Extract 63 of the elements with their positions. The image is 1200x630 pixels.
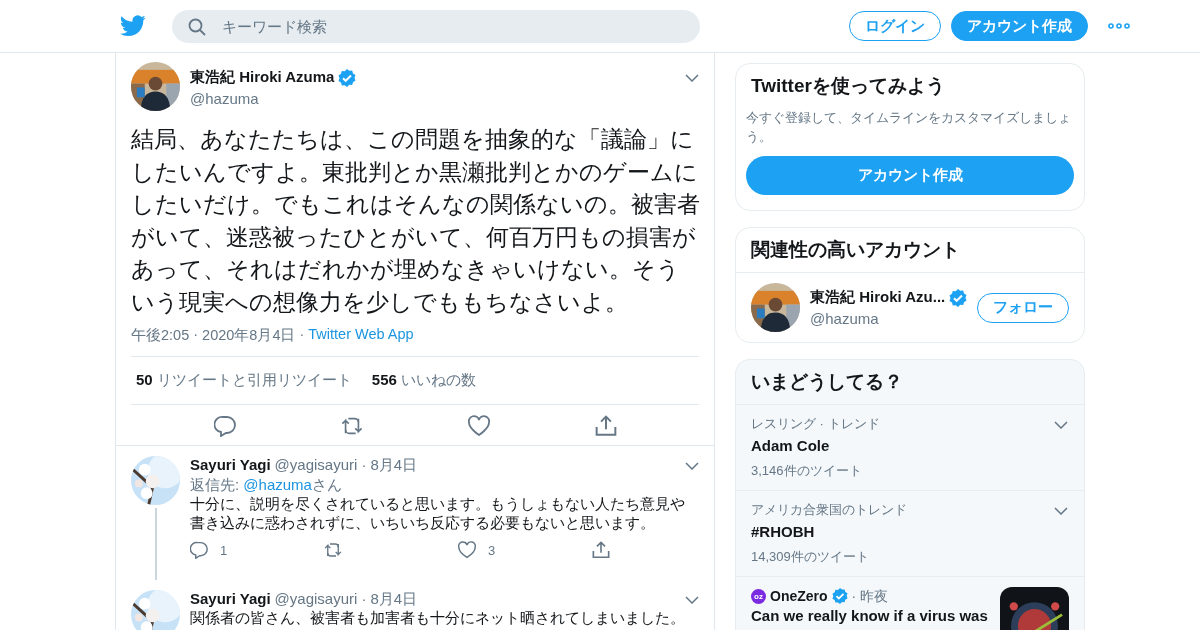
tweet-count: 14,309件のツイート bbox=[751, 549, 869, 565]
news-headline[interactable]: Can we really know if a virus was bbox=[751, 606, 990, 625]
stat-link[interactable]: 556 いいねの数 bbox=[371, 371, 477, 390]
reply-date[interactable]: 8月4日 bbox=[370, 590, 418, 608]
news-time: 昨夜 bbox=[860, 587, 889, 605]
user-handle[interactable]: @hazuma bbox=[810, 310, 968, 327]
user-handle[interactable]: @yagisayuri bbox=[274, 590, 358, 608]
separator-dot: · bbox=[193, 326, 199, 344]
like-count: 3 bbox=[488, 542, 496, 558]
card-description: 今すぐ登録して、タイムラインをカスタマイズしましょう。 bbox=[745, 109, 1072, 146]
card-title: 関連性の高いアカウント bbox=[736, 228, 1084, 273]
more-icon[interactable] bbox=[1108, 23, 1130, 29]
user-name[interactable]: Sayuri Yagi bbox=[190, 590, 271, 608]
separator-dot: · bbox=[299, 326, 305, 344]
user-name[interactable]: 東浩紀 Hiroki Azuma bbox=[190, 68, 335, 87]
search-field[interactable]: キーワード検索 bbox=[172, 9, 700, 43]
tweet-date: 2020年8月4日 bbox=[202, 326, 296, 345]
reply-date[interactable]: 8月4日 bbox=[370, 456, 418, 474]
retweet-icon[interactable] bbox=[340, 415, 363, 437]
separator-dot: · bbox=[361, 456, 367, 474]
signup-button[interactable]: アカウント作成 bbox=[746, 156, 1074, 195]
chevron-down-icon[interactable] bbox=[1054, 421, 1068, 429]
user-name[interactable]: 東浩紀 Hiroki Azu... bbox=[810, 288, 946, 307]
source-name[interactable]: OneZero bbox=[770, 587, 828, 605]
tweet-text: 結局、あなたたちは、この問題を抽象的な「議論」にしたいんですよ。東批判とか黒瀬批判とかのゲームにしたいだけ。でもこれはそんなの関係ないの。被害者がいて、迷惑被ったひとがいて、何百万円もの損害があって、それはだれかが埋めなきゃいけない。そういう現実への想像力を少しでももちなさいよ。 bbox=[131, 124, 701, 318]
card-title: Twitterを使ってみよう bbox=[750, 74, 946, 98]
bird-logo-icon[interactable] bbox=[120, 15, 146, 37]
share-icon[interactable] bbox=[594, 415, 617, 437]
trend-category: レスリング · トレンド bbox=[751, 416, 880, 432]
heart-icon[interactable] bbox=[458, 541, 476, 559]
card-title: いまどうしてる？ bbox=[736, 360, 1084, 405]
heart-icon[interactable] bbox=[467, 415, 490, 437]
stat-link[interactable]: 50 リツイートと引用リツイート bbox=[136, 371, 352, 390]
chevron-down-icon[interactable] bbox=[685, 462, 699, 470]
trend-item[interactable]: アメリカ合衆国のトレンド #RHOBH 14,309件のツイート bbox=[736, 491, 1084, 577]
signup-button[interactable]: アカウント作成 bbox=[951, 11, 1088, 41]
trend-category: アメリカ合衆国のトレンド bbox=[751, 502, 907, 518]
chevron-down-icon[interactable] bbox=[1054, 507, 1068, 515]
trend-name: Adam Cole bbox=[751, 436, 830, 456]
reply-icon[interactable] bbox=[213, 415, 236, 437]
mention-link[interactable]: @hazuma bbox=[243, 476, 312, 493]
user-handle[interactable]: @hazuma bbox=[190, 90, 357, 107]
login-button[interactable]: ログイン bbox=[849, 11, 941, 41]
user-name[interactable]: Sayuri Yagi bbox=[190, 456, 271, 474]
source-logo: oz bbox=[751, 588, 766, 604]
tweet-time: 午後2:05 bbox=[131, 326, 190, 345]
chevron-down-icon[interactable] bbox=[685, 596, 699, 604]
chevron-down-icon[interactable] bbox=[685, 74, 699, 82]
user-handle[interactable]: @yagisayuri bbox=[274, 456, 358, 474]
reply-text: 関係者の皆さん、被害者も加害者も十分にネット晒されてしまいました。 bbox=[190, 608, 686, 627]
separator-dot: · bbox=[361, 590, 367, 608]
share-icon[interactable] bbox=[592, 541, 610, 559]
reply-icon[interactable] bbox=[190, 541, 208, 559]
retweet-icon[interactable] bbox=[324, 541, 342, 559]
reply-count: 1 bbox=[220, 542, 228, 558]
reply-text: 十分に、説明を尽くされていると思います。もうしょもない人たち意見や書き込みに惑わされずに、いちいち反応する必要もないと思います。 bbox=[190, 494, 686, 532]
follow-button[interactable]: フォロー bbox=[977, 292, 1070, 323]
source-link[interactable]: Twitter Web App bbox=[308, 326, 414, 345]
reply-to-text: 返信先: @hazumaさん bbox=[190, 475, 343, 494]
trend-name: #RHOBH bbox=[751, 522, 815, 542]
tweet-count: 3,146件のツイート bbox=[751, 463, 862, 479]
trend-item[interactable]: レスリング · トレンド Adam Cole 3,146件のツイート bbox=[736, 405, 1084, 491]
separator-dot: · bbox=[851, 587, 857, 605]
